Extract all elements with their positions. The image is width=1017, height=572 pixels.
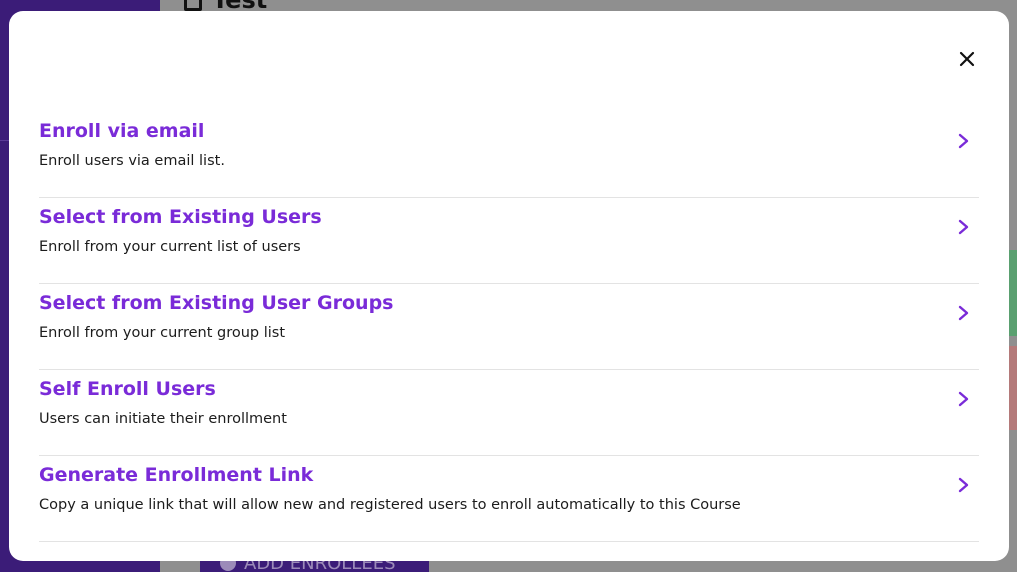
option-title: Select from Existing User Groups (39, 292, 394, 314)
option-title: Self Enroll Users (39, 378, 216, 400)
close-icon (959, 51, 975, 67)
option-enroll-via-email[interactable]: Enroll via email Enroll users via email … (39, 112, 979, 198)
enroll-option-list: Enroll via email Enroll users via email … (39, 112, 979, 542)
option-description: Enroll from your current list of users (39, 239, 301, 255)
document-icon (184, 0, 202, 11)
option-select-existing-users[interactable]: Select from Existing Users Enroll from y… (39, 198, 979, 284)
option-description: Copy a unique link that will allow new a… (39, 497, 741, 513)
chevron-right-icon (957, 130, 971, 152)
option-generate-enrollment-link[interactable]: Generate Enrollment Link Copy a unique l… (39, 456, 979, 542)
option-description: Enroll from your current group list (39, 325, 286, 341)
option-title: Enroll via email (39, 120, 205, 142)
close-button[interactable] (956, 48, 978, 70)
background-green-panel (1008, 250, 1017, 336)
option-select-existing-user-groups[interactable]: Select from Existing User Groups Enroll … (39, 284, 979, 370)
option-self-enroll-users[interactable]: Self Enroll Users Users can initiate the… (39, 370, 979, 456)
enroll-options-modal: Enroll via email Enroll users via email … (9, 11, 1009, 561)
chevron-right-icon (957, 302, 971, 324)
option-description: Enroll users via email list. (39, 153, 225, 169)
chevron-right-icon (957, 216, 971, 238)
background-red-panel (1008, 346, 1017, 430)
chevron-right-icon (957, 388, 971, 410)
option-title: Generate Enrollment Link (39, 464, 314, 486)
option-title: Select from Existing Users (39, 206, 322, 228)
option-description: Users can initiate their enrollment (39, 411, 287, 427)
chevron-right-icon (957, 474, 971, 496)
